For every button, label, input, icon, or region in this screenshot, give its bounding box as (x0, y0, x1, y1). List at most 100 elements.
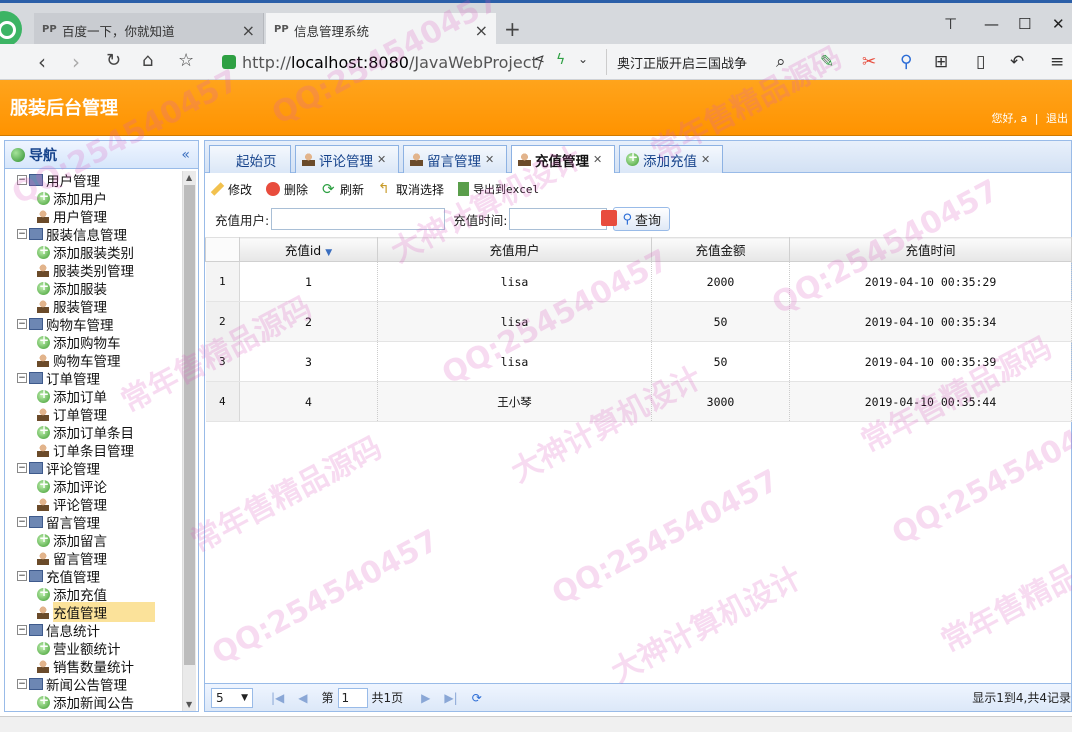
share-icon[interactable]: < (534, 52, 545, 67)
nav-group[interactable]: − 信息统计 (5, 621, 183, 640)
user-filter-input[interactable] (271, 208, 446, 230)
nav-item[interactable]: 添加订单 (5, 387, 183, 406)
new-tab-icon[interactable]: + (504, 17, 521, 41)
expander-minus-icon[interactable]: − (17, 517, 27, 527)
column-header-amount[interactable]: 充值金额 (651, 237, 790, 262)
collapse-icon[interactable]: « (181, 147, 190, 163)
expander-minus-icon[interactable]: − (17, 319, 27, 329)
scissors-icon[interactable]: ✂ (862, 52, 876, 72)
tab-close-icon[interactable]: ✕ (593, 153, 602, 166)
nav-item[interactable]: 添加留言 (5, 531, 183, 550)
scroll-thumb[interactable] (184, 185, 195, 665)
query-button[interactable]: ⚲ 查询 (613, 207, 670, 231)
edit-button[interactable]: 修改 (210, 181, 252, 198)
nav-group[interactable]: − 评论管理 (5, 459, 183, 478)
table-row[interactable]: 2 2 lisa 50 2019-04-10 00:35:34 (205, 301, 1072, 342)
nav-item[interactable]: 添加订单条目 (5, 423, 183, 442)
nav-group[interactable]: − 服装信息管理 (5, 225, 183, 244)
grid-icon[interactable]: ⊞ (934, 52, 948, 72)
chevron-down-icon[interactable]: ⌄ (578, 52, 588, 66)
table-row[interactable]: 1 1 lisa 2000 2019-04-10 00:35:29 (205, 261, 1072, 302)
expander-minus-icon[interactable]: − (17, 229, 27, 239)
time-filter-input[interactable] (509, 208, 608, 230)
undo-icon[interactable]: ↶ (1010, 52, 1024, 72)
search-tool-icon[interactable]: ⚲ (900, 52, 912, 72)
delete-button[interactable]: 删除 (266, 181, 308, 198)
menu-icon[interactable]: ≡ (1050, 52, 1064, 72)
nav-item[interactable]: 服装类别管理 (5, 261, 183, 280)
scroll-down-icon[interactable]: ▼ (186, 700, 192, 709)
table-row[interactable]: 3 3 lisa 50 2019-04-10 00:35:39 (205, 341, 1072, 382)
next-page-icon[interactable]: ▶ (421, 691, 430, 705)
reload-icon[interactable]: ↻ (106, 50, 121, 71)
nav-scrollbar[interactable]: ▲ ▼ (182, 171, 196, 711)
refresh-button[interactable]: ⟳ 刷新 (322, 181, 364, 198)
scroll-up-icon[interactable]: ▲ (186, 173, 192, 182)
browser-search-field[interactable]: 奥汀正版开启三国战争 (606, 49, 802, 75)
minimize-icon[interactable]: — (984, 15, 999, 33)
last-page-icon[interactable]: ▶| (444, 691, 457, 705)
table-row[interactable]: 4 4 王小琴 3000 2019-04-10 00:35:44 (205, 381, 1072, 422)
browser-tab-current[interactable]: PP 信息管理系统 × (266, 13, 496, 47)
current-page-input[interactable]: 1 (337, 687, 368, 708)
star-icon[interactable]: ☆ (178, 50, 194, 71)
tab-close-icon[interactable]: ✕ (701, 153, 710, 166)
nav-group[interactable]: − 用户管理 (5, 171, 183, 190)
expander-minus-icon[interactable]: − (17, 175, 27, 185)
nav-group[interactable]: − 订单管理 (5, 369, 183, 388)
translate-icon[interactable]: ✎ (820, 52, 834, 72)
column-header-user[interactable]: 充值用户 (377, 237, 652, 262)
nav-item[interactable]: 用户管理 (5, 207, 183, 226)
nav-item[interactable]: 添加购物车 (5, 333, 183, 352)
nav-item[interactable]: 添加服装 (5, 279, 183, 298)
home-icon[interactable]: ⌂ (142, 50, 153, 71)
content-tab[interactable]: 充值管理 ✕ (511, 145, 615, 173)
nav-group[interactable]: − 新闻公告管理 (5, 675, 183, 694)
phone-icon[interactable]: ▯ (976, 52, 985, 72)
back-icon[interactable]: ‹ (38, 50, 46, 74)
export-excel-button[interactable]: 导出到excel (458, 181, 539, 197)
expander-minus-icon[interactable]: − (17, 571, 27, 581)
shirt-icon[interactable]: ⊤ (944, 15, 957, 33)
nav-item[interactable]: 添加服装类别 (5, 243, 183, 262)
nav-item[interactable]: 服装管理 (5, 297, 183, 316)
calendar-icon[interactable] (601, 210, 617, 226)
maximize-icon[interactable]: ☐ (1018, 15, 1031, 33)
nav-item[interactable]: 添加充值 (5, 585, 183, 604)
expander-minus-icon[interactable]: − (17, 463, 27, 473)
expander-minus-icon[interactable]: − (17, 625, 27, 635)
prev-page-icon[interactable]: ◀ (298, 691, 307, 705)
nav-item[interactable]: 评论管理 (5, 495, 183, 514)
nav-item[interactable]: 销售数量统计 (5, 657, 183, 676)
cancel-select-button[interactable]: ↰ 取消选择 (378, 181, 444, 198)
nav-item[interactable]: 充值管理 (5, 602, 183, 622)
logout-link[interactable]: 退出 (1046, 112, 1068, 125)
content-tab[interactable]: 留言管理 ✕ (403, 145, 507, 173)
nav-item[interactable]: 添加评论 (5, 477, 183, 496)
column-header-id[interactable]: 充值id ▼ (239, 237, 378, 262)
nav-item[interactable]: 添加新闻公告 (5, 693, 183, 711)
nav-item[interactable]: 订单条目管理 (5, 441, 183, 460)
column-header-time[interactable]: 充值时间 (789, 237, 1072, 262)
content-tab[interactable]: 评论管理 ✕ (295, 145, 399, 173)
tab-close-icon[interactable]: ✕ (485, 153, 494, 166)
search-icon[interactable]: ⌕ (776, 52, 786, 72)
window-close-icon[interactable]: ✕ (1052, 15, 1065, 33)
tab-close-icon[interactable]: ✕ (377, 153, 386, 166)
nav-item[interactable]: 添加用户 (5, 189, 183, 208)
nav-group[interactable]: − 购物车管理 (5, 315, 183, 334)
expander-minus-icon[interactable]: − (17, 679, 27, 689)
forward-icon[interactable]: › (72, 50, 80, 74)
nav-item[interactable]: 留言管理 (5, 549, 183, 568)
nav-item[interactable]: 营业额统计 (5, 639, 183, 658)
expander-minus-icon[interactable]: − (17, 373, 27, 383)
nav-item[interactable]: 订单管理 (5, 405, 183, 424)
first-page-icon[interactable]: |◀ (271, 691, 284, 705)
lightning-icon[interactable]: ϟ (556, 52, 565, 68)
browser-tab-baidu[interactable]: PP 百度一下，你就知道 × (34, 13, 264, 47)
nav-group[interactable]: − 留言管理 (5, 513, 183, 532)
content-tab[interactable]: 添加充值 ✕ (619, 145, 723, 173)
nav-group[interactable]: − 充值管理 (5, 567, 183, 586)
reload-page-icon[interactable]: ⟳ (472, 691, 482, 705)
page-size-select[interactable]: 5 ▼ (211, 687, 253, 708)
